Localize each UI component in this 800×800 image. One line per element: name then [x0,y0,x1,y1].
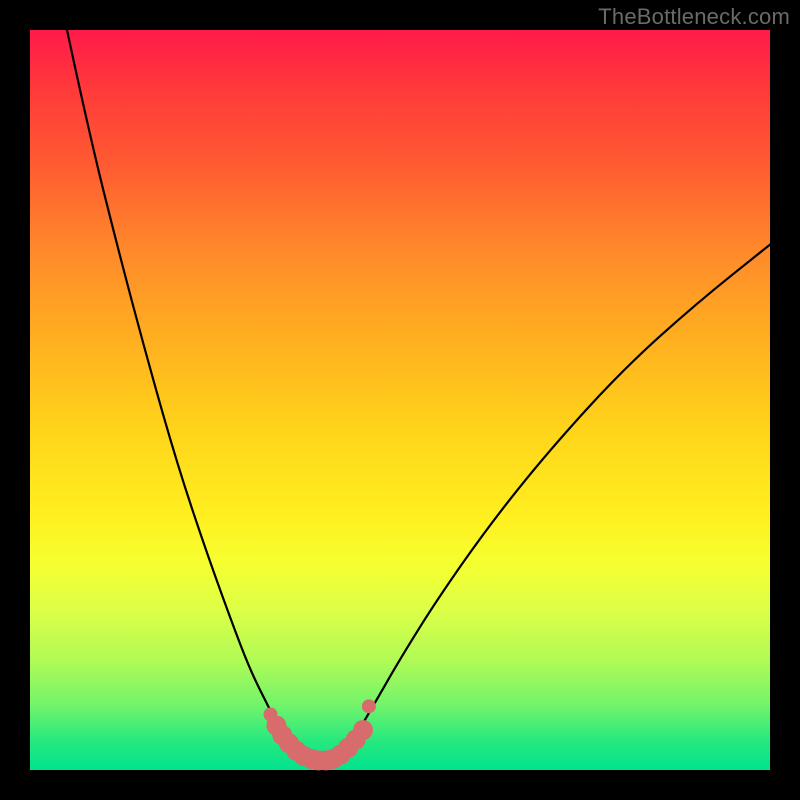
highlight-marker [353,720,373,740]
curve-svg [30,30,770,770]
highlight-markers [264,699,376,770]
plot-area [30,30,770,770]
watermark-text: TheBottleneck.com [598,4,790,30]
bottleneck-curve [67,30,770,761]
highlight-marker [362,699,376,713]
chart-frame: TheBottleneck.com [0,0,800,800]
